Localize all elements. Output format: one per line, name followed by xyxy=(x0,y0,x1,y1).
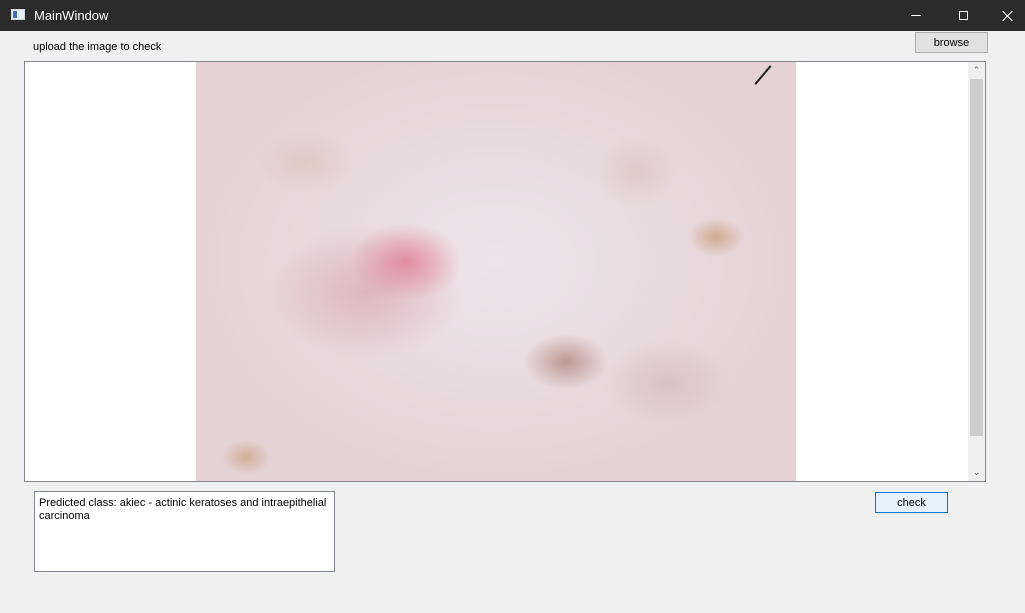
check-button[interactable]: check xyxy=(875,492,948,513)
chevron-up-icon[interactable]: ⌃ xyxy=(968,62,985,79)
window-title: MainWindow xyxy=(34,8,109,23)
minimize-icon xyxy=(911,15,921,16)
maximize-button[interactable] xyxy=(940,0,986,31)
maximize-icon xyxy=(958,11,968,20)
image-preview-area[interactable]: ⌃ ⌄ xyxy=(24,61,986,482)
minimize-button[interactable] xyxy=(893,0,939,31)
scrollbar-thumb[interactable] xyxy=(970,79,983,436)
vertical-scrollbar[interactable]: ⌃ ⌄ xyxy=(968,62,985,481)
close-icon xyxy=(1002,10,1014,22)
hair-artifact xyxy=(754,65,772,85)
browse-button[interactable]: browse xyxy=(915,32,988,53)
chevron-down-icon[interactable]: ⌄ xyxy=(968,464,985,481)
app-window-icon xyxy=(11,9,25,20)
prediction-result-box[interactable]: Predicted class: akiec - actinic keratos… xyxy=(34,491,335,572)
close-button[interactable] xyxy=(985,0,1025,31)
skin-lesion-image xyxy=(196,62,796,481)
title-bar: MainWindow xyxy=(0,0,1025,31)
upload-label: upload the image to check xyxy=(33,41,162,53)
